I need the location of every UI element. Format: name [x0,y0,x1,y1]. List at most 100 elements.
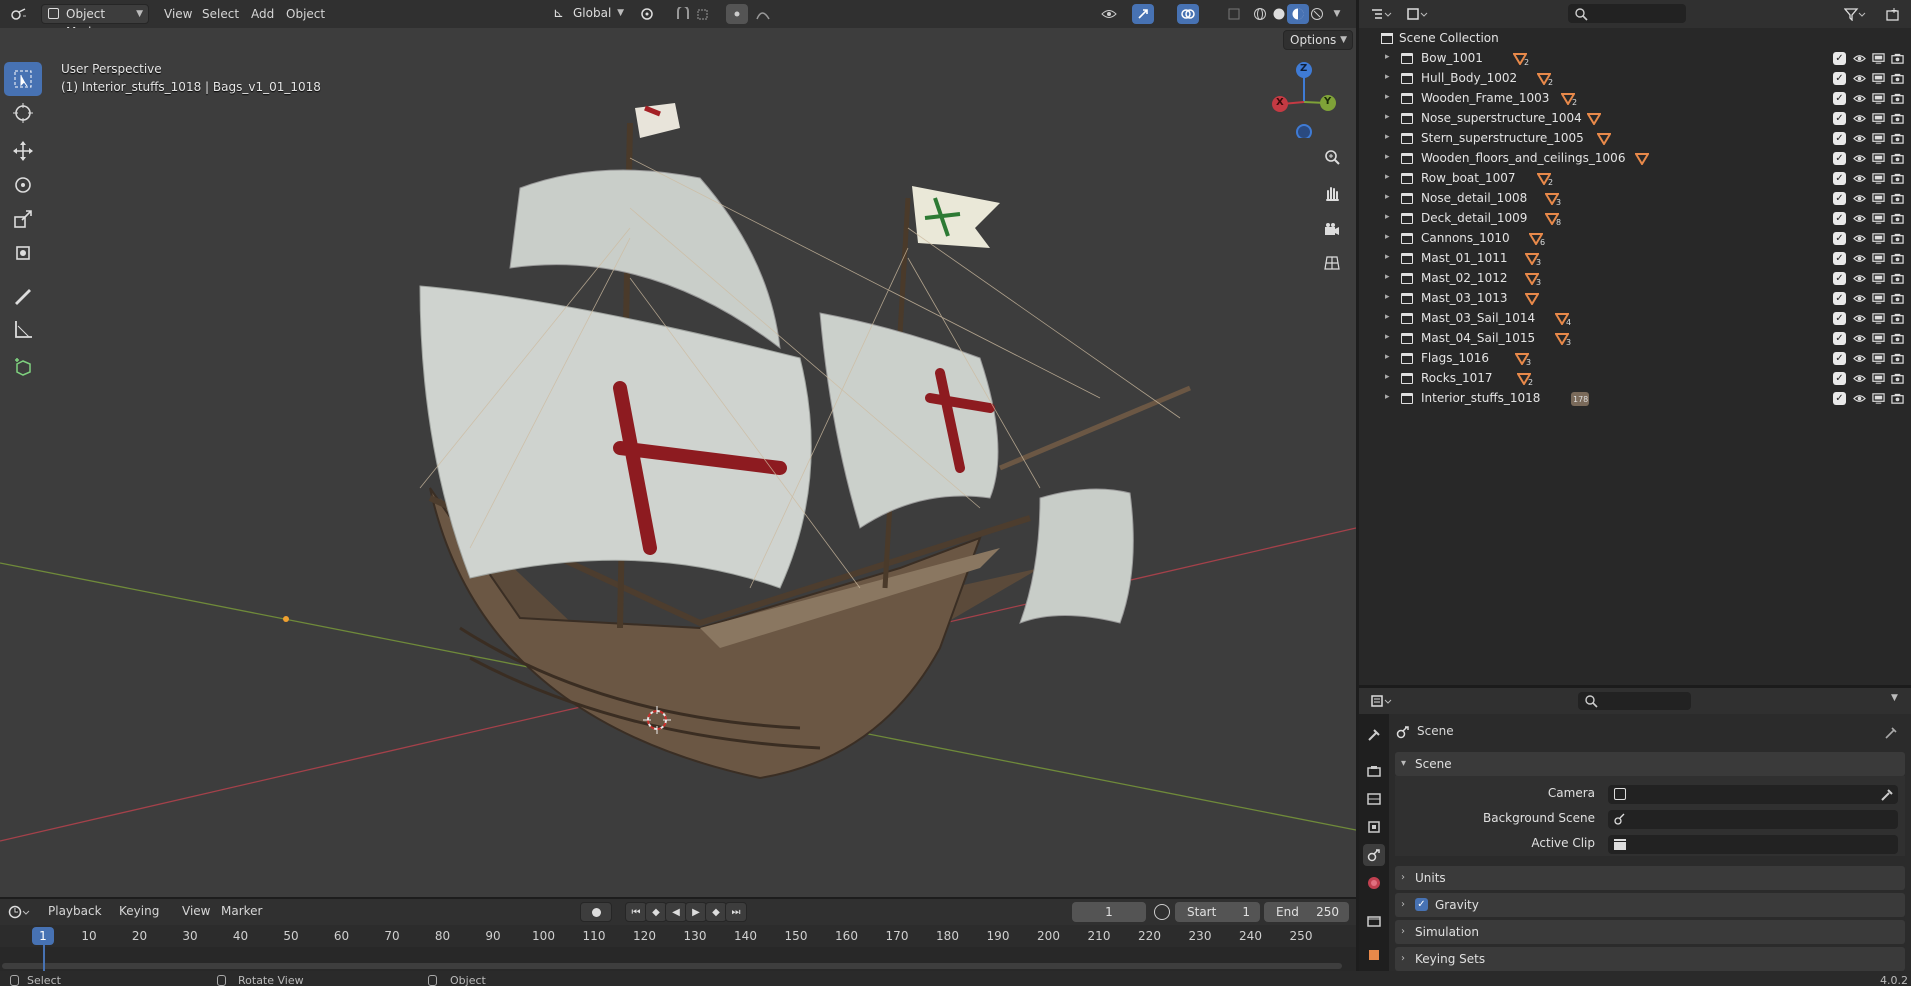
monitor-icon[interactable] [1872,252,1885,265]
monitor-icon[interactable] [1872,352,1885,365]
eye-icon[interactable] [1853,192,1866,205]
eye-icon[interactable] [1853,352,1866,365]
collection-name[interactable]: Cannons_1010 [1421,231,1510,245]
camera-icon[interactable] [1891,372,1904,385]
monitor-icon[interactable] [1872,312,1885,325]
exclude-checkbox[interactable]: ✓ [1833,212,1846,225]
exclude-checkbox[interactable]: ✓ [1833,372,1846,385]
monitor-icon[interactable] [1872,92,1885,105]
panel-keying-sets-header[interactable]: › Keying Sets [1395,947,1905,971]
perspective-grid-icon[interactable] [1317,248,1347,278]
eye-icon[interactable] [1853,132,1866,145]
outliner-row[interactable]: ▸ Mast_02_1012 3 ✓ [1371,269,1911,289]
monitor-icon[interactable] [1872,132,1885,145]
filter-icon[interactable] [1841,4,1871,24]
outliner-row[interactable]: ▸ Flags_1016 3 ✓ [1371,349,1911,369]
timeline-scrollbar[interactable] [2,963,1342,969]
tool-annotate[interactable] [4,278,42,312]
gravity-checkbox[interactable]: ✓ [1415,898,1428,911]
outliner-row[interactable]: ▸ Mast_03_1013 ✓ [1371,289,1911,309]
camera-icon[interactable] [1891,272,1904,285]
camera-icon[interactable] [1891,92,1904,105]
play-reverse-icon[interactable]: ◀ [665,902,687,922]
eye-icon[interactable] [1853,152,1866,165]
camera-field[interactable] [1608,785,1898,804]
collection-name[interactable]: Mast_02_1012 [1421,271,1507,285]
expand-arrow-icon[interactable]: ▸ [1385,332,1390,342]
exclude-checkbox[interactable]: ✓ [1833,272,1846,285]
shading-dropdown-icon[interactable]: ▼ [1329,4,1345,24]
outliner-row[interactable]: ▸ Wooden_floors_and_ceilings_1006 ✓ [1371,149,1911,169]
pan-hand-icon[interactable] [1317,178,1347,208]
tool-rotate[interactable] [4,168,42,202]
expand-arrow-icon[interactable]: ▸ [1385,392,1390,402]
exclude-checkbox[interactable]: ✓ [1833,232,1846,245]
snap-target-icon[interactable] [692,4,714,24]
monitor-icon[interactable] [1872,72,1885,85]
camera-icon[interactable] [1891,172,1904,185]
tool-measure[interactable] [4,312,42,346]
expand-arrow-icon[interactable]: ▸ [1385,312,1390,322]
eye-icon[interactable] [1853,92,1866,105]
tool-cursor[interactable] [4,96,42,130]
menu-marker[interactable]: Marker [219,898,264,924]
tab-world[interactable] [1363,872,1385,894]
collection-name[interactable]: Mast_03_Sail_1014 [1421,311,1535,325]
monitor-icon[interactable] [1872,172,1885,185]
eye-icon[interactable] [1853,312,1866,325]
properties-editor-icon[interactable] [1367,691,1397,711]
monitor-icon[interactable] [1872,232,1885,245]
monitor-icon[interactable] [1872,332,1885,345]
menu-playback[interactable]: Playback [46,898,104,924]
outliner-editor-icon[interactable] [1367,4,1397,24]
end-frame-field[interactable]: End 250 [1264,902,1349,922]
camera-icon[interactable] [1891,112,1904,125]
eye-icon[interactable] [1853,232,1866,245]
zoom-icon[interactable] [1317,142,1347,172]
start-frame-field[interactable]: Start 1 [1175,902,1260,922]
exclude-checkbox[interactable]: ✓ [1833,192,1846,205]
outliner-search-input[interactable] [1568,4,1686,23]
pivot-point-icon[interactable] [637,4,659,24]
eye-icon[interactable] [1853,212,1866,225]
eye-icon[interactable] [1853,52,1866,65]
new-collection-icon[interactable] [1881,4,1905,24]
pin-icon[interactable] [1885,725,1899,739]
background-scene-field[interactable] [1608,810,1898,829]
eye-icon[interactable] [1853,172,1866,185]
collection-name[interactable]: Mast_01_1011 [1421,251,1507,265]
expand-arrow-icon[interactable]: ▸ [1385,292,1390,302]
eye-icon[interactable] [1853,372,1866,385]
monitor-icon[interactable] [1872,192,1885,205]
camera-icon[interactable] [1891,252,1904,265]
tool-add-cube[interactable] [4,350,42,384]
expand-arrow-icon[interactable]: ▸ [1385,352,1390,362]
collection-name[interactable]: Mast_04_Sail_1015 [1421,331,1535,345]
panel-scene-header[interactable]: ▾ Scene [1395,752,1905,776]
overlays-icon[interactable] [1177,4,1199,24]
exclude-checkbox[interactable]: ✓ [1833,352,1846,365]
outliner-row[interactable]: ▸ Nose_superstructure_1004 ✓ [1371,109,1911,129]
tab-object[interactable] [1363,944,1385,966]
active-clip-field[interactable] [1608,835,1898,854]
tool-transform[interactable] [4,236,42,270]
options-dropdown[interactable]: Options ▼ [1283,30,1353,50]
collection-name[interactable]: Wooden_floors_and_ceilings_1006 [1421,151,1625,165]
collection-name[interactable]: Deck_detail_1009 [1421,211,1527,225]
display-mode-icon[interactable] [1403,4,1433,24]
outliner-row[interactable]: ▸ Bow_1001 2 ✓ [1371,49,1911,69]
expand-arrow-icon[interactable]: ▸ [1385,172,1390,182]
collection-name[interactable]: Interior_stuffs_1018 [1421,391,1540,405]
shading-rendered-icon[interactable] [1306,4,1328,24]
outliner-row[interactable]: ▸ Cannons_1010 6 ✓ [1371,229,1911,249]
panel-gravity-header[interactable]: › ✓ Gravity [1395,893,1905,917]
collection-name[interactable]: Wooden_Frame_1003 [1421,91,1549,105]
outliner-row[interactable]: ▸ Row_boat_1007 2 ✓ [1371,169,1911,189]
outliner-row[interactable]: ▸ Deck_detail_1009 8 ✓ [1371,209,1911,229]
record-icon[interactable] [580,902,612,922]
outliner-row[interactable]: ▸ Mast_04_Sail_1015 3 ✓ [1371,329,1911,349]
monitor-icon[interactable] [1872,272,1885,285]
clock-icon[interactable] [1154,904,1170,920]
eye-icon[interactable] [1853,252,1866,265]
collection-name[interactable]: Row_boat_1007 [1421,171,1516,185]
